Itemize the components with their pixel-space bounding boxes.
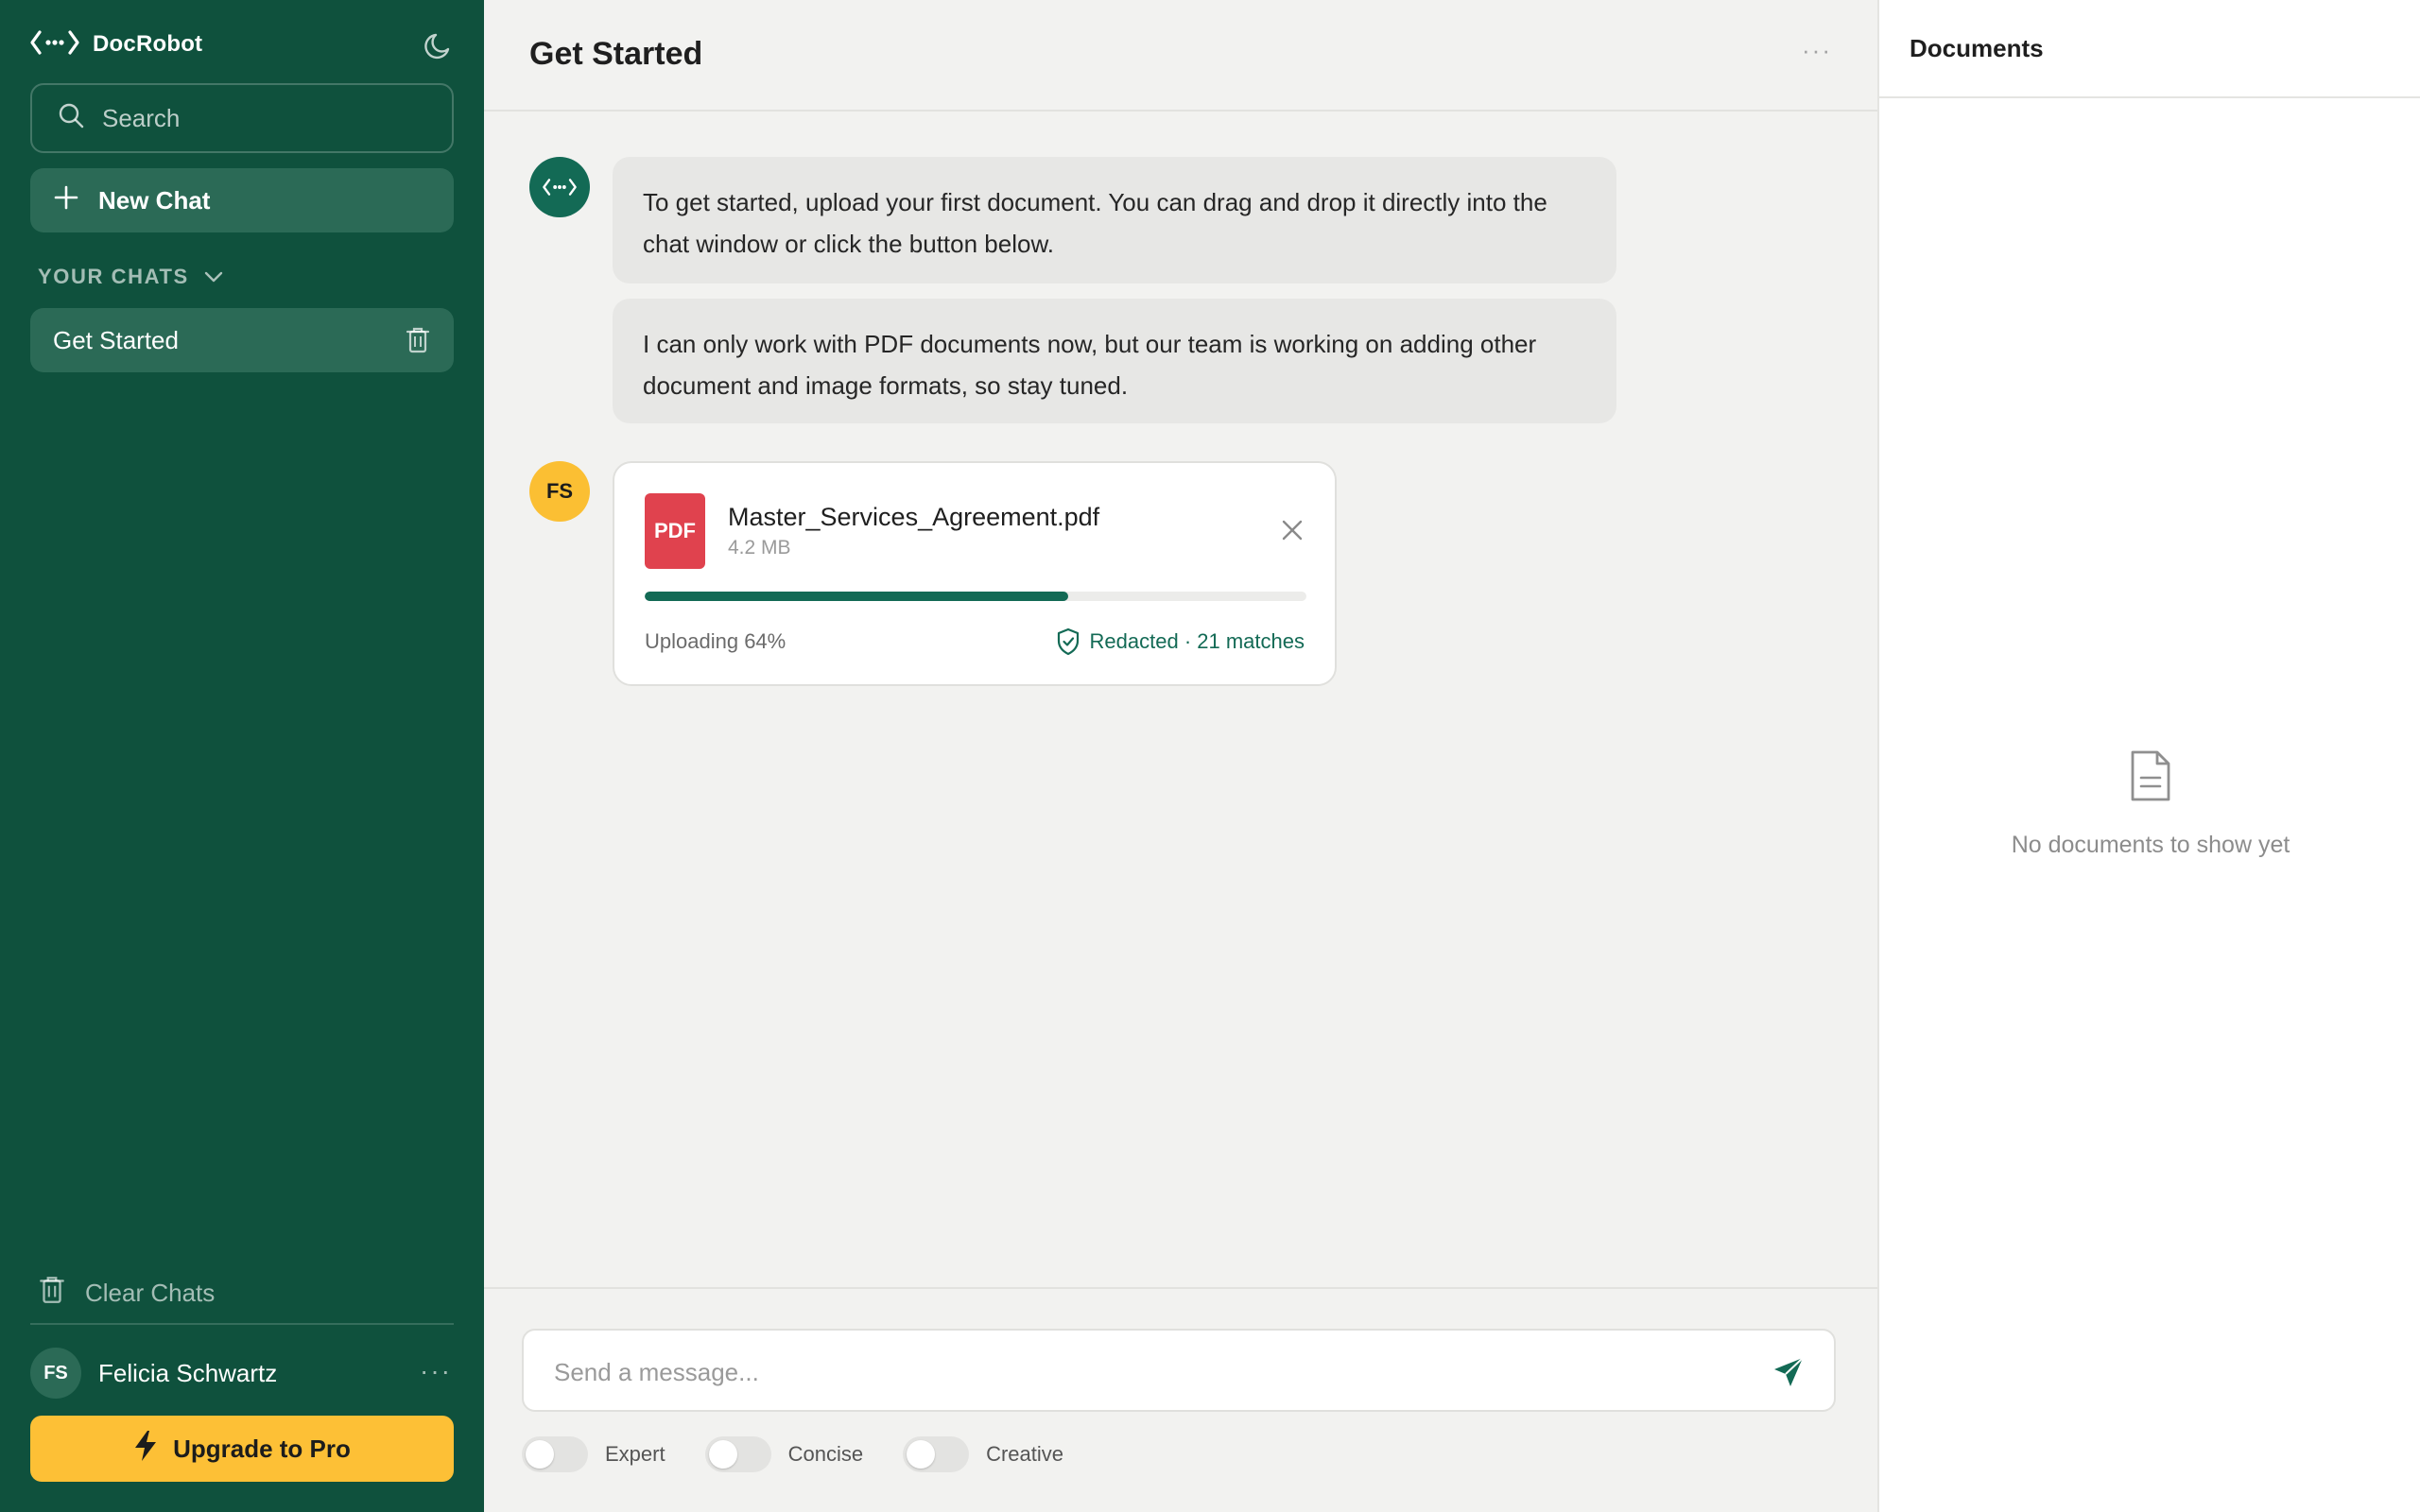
clear-chats-label: Clear Chats (85, 1279, 216, 1307)
search-icon (57, 101, 85, 136)
upload-progress (645, 592, 1306, 601)
new-chat-label: New Chat (98, 185, 211, 215)
your-chats-toggle[interactable]: YOUR CHATS (38, 265, 225, 289)
toggle-creative[interactable]: Creative (903, 1436, 1063, 1472)
assistant-message: To get started, upload your first docume… (613, 157, 1616, 284)
bot-avatar (529, 157, 590, 217)
trash-icon (38, 1274, 66, 1313)
chat-area: Get Started ··· To get started, upload y… (484, 0, 1877, 1512)
file-name: Master_Services_Agreement.pdf (728, 503, 1100, 531)
your-chats-label: YOUR CHATS (38, 265, 189, 288)
user-name: Felicia Schwartz (98, 1358, 278, 1387)
avatar: FS (30, 1348, 81, 1399)
toggle-concise[interactable]: Concise (704, 1436, 864, 1472)
brand-name: DocRobot (93, 31, 203, 57)
shield-check-icon (1057, 627, 1079, 656)
upload-card: PDF Master_Services_Agreement.pdf 4.2 MB… (613, 461, 1337, 686)
toggle-label: Expert (605, 1442, 666, 1466)
toggle-label: Concise (787, 1442, 864, 1466)
bolt-icon (133, 1430, 158, 1469)
toggle-switch[interactable] (903, 1436, 970, 1472)
moon-icon[interactable] (422, 28, 456, 62)
message-input[interactable] (554, 1351, 1736, 1393)
toggle-knob (708, 1440, 737, 1469)
redaction-label: Redacted · 21 matches (1089, 629, 1305, 653)
trash-icon[interactable] (405, 325, 431, 362)
toggle-knob (526, 1440, 554, 1469)
chat-item-label: Get Started (53, 325, 179, 354)
send-icon[interactable] (1772, 1355, 1806, 1394)
plus-icon (53, 184, 79, 217)
brand[interactable]: DocRobot (30, 28, 202, 60)
clear-chats-button[interactable]: Clear Chats (38, 1274, 215, 1313)
redaction-status[interactable]: Redacted · 21 matches (1056, 627, 1305, 656)
sidebar-divider (30, 1323, 454, 1325)
sidebar: DocRobot Search New Chat YOUR CHATS Get … (0, 0, 484, 1512)
upload-status: Uploading 64% (645, 629, 786, 653)
toggle-knob (907, 1440, 936, 1469)
toggle-expert[interactable]: Expert (522, 1436, 666, 1472)
logo-icon (30, 29, 79, 60)
page-title: Get Started (529, 36, 703, 72)
file-size: 4.2 MB (728, 537, 791, 558)
toggle-switch[interactable] (522, 1436, 588, 1472)
documents-panel: Documents No documents to show yet (1877, 0, 2420, 1512)
documents-title: Documents (1910, 34, 2044, 62)
chat-header: Get Started ··· (484, 0, 1877, 112)
toggle-switch[interactable] (704, 1436, 771, 1472)
logo-icon (543, 179, 577, 196)
documents-empty-state: No documents to show yet (2011, 832, 2290, 858)
message-composer (522, 1329, 1836, 1412)
new-chat-button[interactable]: New Chat (30, 168, 454, 232)
chat-item-get-started[interactable]: Get Started (30, 308, 454, 372)
user-profile[interactable]: FS Felicia Schwartz ··· (30, 1347, 454, 1400)
avatar: FS (529, 461, 590, 522)
chevron-down-icon (204, 271, 223, 283)
upgrade-button[interactable]: Upgrade to Pro (30, 1416, 454, 1482)
assistant-message: I can only work with PDF documents now, … (613, 299, 1616, 423)
toggle-label: Creative (986, 1442, 1063, 1466)
composer-divider (484, 1287, 1877, 1289)
upload-progress-fill (645, 592, 1068, 601)
more-icon[interactable]: ··· (420, 1356, 452, 1386)
pdf-icon: PDF (645, 493, 705, 569)
upgrade-label: Upgrade to Pro (173, 1434, 351, 1463)
search-input[interactable]: Search (30, 83, 454, 153)
document-icon (2127, 748, 2174, 808)
response-toggles: Expert Concise Creative (522, 1436, 1063, 1472)
close-icon[interactable] (1280, 518, 1305, 547)
more-icon[interactable]: ··· (1802, 36, 1832, 65)
search-placeholder: Search (102, 103, 181, 132)
documents-header: Documents (1879, 0, 2420, 98)
